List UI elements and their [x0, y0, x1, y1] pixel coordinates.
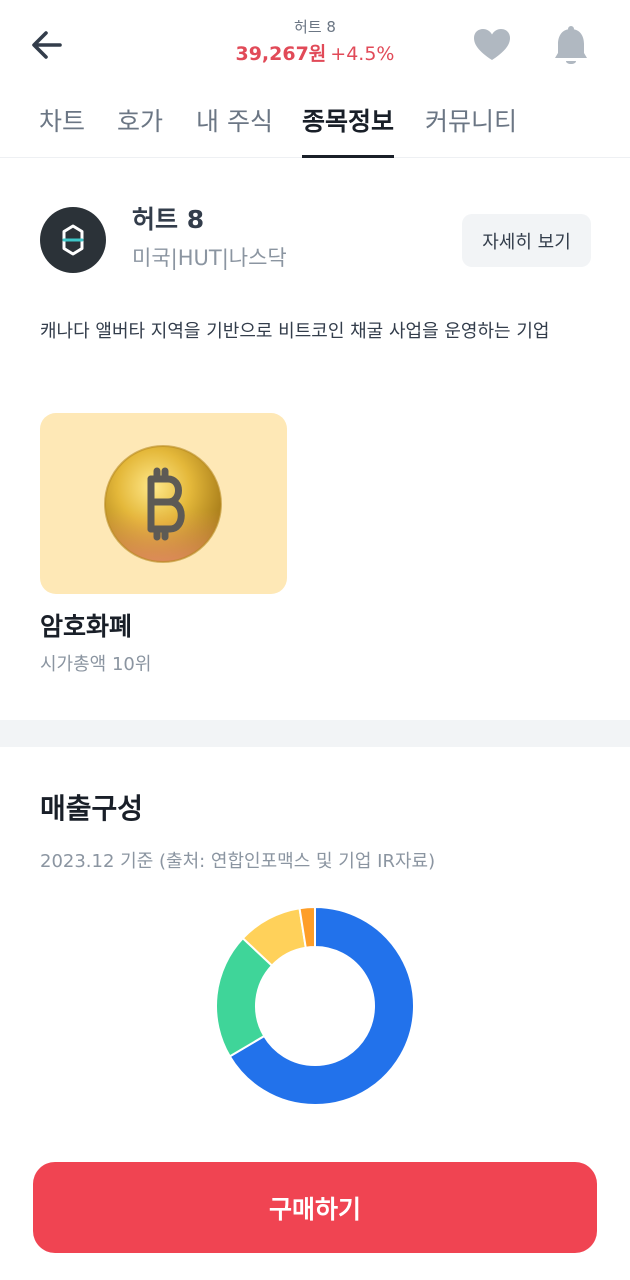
stock-price: 39,267원 +4.5%: [165, 39, 465, 69]
category-card[interactable]: [40, 413, 287, 594]
company-name: 허트 8: [132, 205, 205, 234]
favorite-button[interactable]: [472, 26, 512, 66]
revenue-title: 매출구성: [40, 792, 144, 825]
company-description: 캐나다 앨버타 지역을 기반으로 비트코인 채굴 사업을 운영하는 기업: [40, 321, 550, 342]
tab-chart[interactable]: 차트: [39, 102, 85, 158]
stock-summary: 허트 8 39,267원 +4.5%: [165, 16, 465, 69]
section-divider: [0, 720, 630, 747]
price-value: 39,267원: [235, 43, 327, 65]
notification-button[interactable]: [551, 24, 591, 68]
tab-orderbook[interactable]: 호가: [117, 102, 163, 158]
back-arrow-icon: [32, 31, 62, 59]
company-logo-icon: [62, 224, 84, 256]
category-title: 암호화폐: [40, 612, 133, 641]
tab-community[interactable]: 커뮤니티: [425, 102, 517, 158]
company-market-info: 미국|HUT|나스닥: [132, 246, 287, 270]
detail-button[interactable]: 자세히 보기: [462, 214, 591, 267]
price-change: +4.5%: [330, 43, 395, 65]
bitcoin-coin-icon: [104, 445, 222, 563]
revenue-source: 2023.12 기준 (출처: 연합인포맥스 및 기업 IR자료): [40, 851, 436, 872]
category-subtitle: 시가총액 10위: [40, 654, 152, 675]
tab-bar: 차트 호가 내 주식 종목정보 커뮤니티: [0, 92, 630, 158]
heart-icon: [474, 29, 510, 60]
tab-my-stock[interactable]: 내 주식: [196, 102, 273, 158]
buy-button[interactable]: 구매하기: [33, 1162, 597, 1253]
back-button[interactable]: [26, 26, 66, 66]
bell-icon: [555, 26, 587, 64]
company-logo: [40, 207, 106, 273]
tab-stock-info[interactable]: 종목정보: [302, 102, 395, 158]
stock-name: 허트 8: [294, 18, 336, 36]
top-bar: 허트 8 39,267원 +4.5%: [0, 0, 630, 90]
revenue-donut-chart: [215, 906, 415, 1106]
